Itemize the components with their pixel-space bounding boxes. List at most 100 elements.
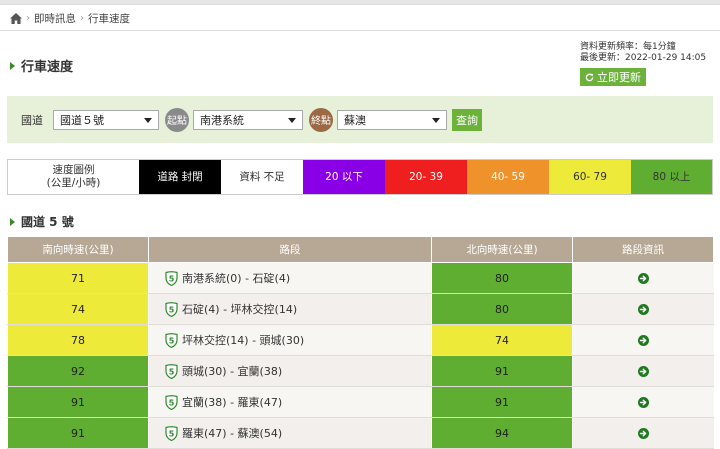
breadcrumb-item: 行車速度 [88,13,130,25]
svg-text:5: 5 [169,336,175,345]
update-info: 資料更新頻率：每1分鐘 最後更新：2022-01-29 14:05 立即更新 [580,42,706,86]
chevron-down-icon [432,117,440,123]
filter-bar: 國道 國道５號 起點 南港系統 終點 蘇澳 查詢 [7,96,713,143]
south-speed-cell: 91 [7,386,149,418]
road-select[interactable]: 國道５號 [53,109,159,130]
legend-title-line1: 速度圖例 [52,164,95,176]
query-button[interactable]: 查詢 [452,108,482,131]
route-name: 頭城(30) - 宜蘭(38) [182,365,283,378]
home-icon[interactable] [10,13,22,24]
svg-text:5: 5 [169,398,175,407]
route-name: 坪林交控(14) - 頭城(30) [182,334,305,347]
speed-table: 南向時速(公里) 路段 北向時速(公里) 路段資訊 71 5 南港系統(0) -… [7,236,714,449]
header-route: 路段 [148,236,432,263]
legend-item-40-59: 40- 59 [467,160,549,194]
table-row: 91 5 宜蘭(38) - 羅東(47) 91 [7,386,714,418]
table-row: 74 5 石碇(4) - 坪林交控(14) 80 [7,293,714,325]
route-info-cell [572,386,714,418]
svg-text:5: 5 [169,429,175,438]
end-badge: 終點 [309,107,333,132]
route-cell: 5 頭城(30) - 宜蘭(38) [148,355,432,387]
freeway-5-shield-icon: 5 [165,394,178,410]
legend-item-20-39: 20- 39 [385,160,467,194]
start-badge: 起點 [165,107,189,132]
svg-text:5: 5 [169,367,175,376]
title-marker-icon [10,61,15,70]
legend-item-80-plus: 80 以上 [631,160,712,194]
arrow-circle-right-icon[interactable] [637,273,649,284]
start-select[interactable]: 南港系統 [193,109,303,130]
route-cell: 5 坪林交控(14) - 頭城(30) [148,324,432,356]
arrow-circle-right-icon[interactable] [637,366,649,377]
table-row: 91 5 羅東(47) - 蘇澳(54) 94 [7,417,714,449]
route-info-cell [572,324,714,356]
freeway-5-shield-icon: 5 [165,425,178,441]
legend-title-line2: (公里/小時) [46,177,101,189]
route-name: 石碇(4) - 坪林交控(14) [182,303,298,316]
north-speed-cell: 80 [431,262,573,294]
page-title: 行車速度 [10,56,73,75]
section-title-text: 國道 5 號 [21,215,74,229]
freeway-5-shield-icon: 5 [165,363,178,379]
header-north-speed: 北向時速(公里) [431,236,573,263]
north-speed-cell: 94 [431,417,573,449]
freeway-5-shield-icon: 5 [165,301,178,317]
section-title: 國道 5 號 [10,213,74,230]
legend-item-closed: 道路 封閉 [139,160,221,194]
end-select[interactable]: 蘇澳 [337,109,447,130]
south-speed-cell: 74 [7,293,149,325]
top-bar [0,0,720,5]
north-speed-cell: 91 [431,386,573,418]
freeway-5-shield-icon: 5 [165,270,178,286]
route-cell: 5 南港系統(0) - 石碇(4) [148,262,432,294]
south-speed-cell: 92 [7,355,149,387]
title-marker-icon [10,217,15,226]
legend-item-60-79: 60- 79 [549,160,631,194]
refresh-icon [585,73,594,81]
arrow-circle-right-icon[interactable] [637,335,649,346]
table-row: 71 5 南港系統(0) - 石碇(4) 80 [7,262,714,294]
speed-legend: 速度圖例 (公里/小時) 道路 封閉 資料 不足 20 以下 20- 39 40… [7,159,713,195]
route-name: 南港系統(0) - 石碇(4) [182,272,291,285]
legend-item-no-data: 資料 不足 [221,160,303,194]
svg-text:5: 5 [169,274,175,283]
legend-item-below-20: 20 以下 [303,160,385,194]
start-select-value: 南港系統 [200,113,244,127]
route-cell: 5 石碇(4) - 坪林交控(14) [148,293,432,325]
chevron-down-icon [288,117,296,123]
header-route-info: 路段資訊 [572,236,714,263]
north-speed-cell: 74 [431,324,573,356]
svg-text:5: 5 [169,305,175,314]
route-info-cell [572,355,714,387]
south-speed-cell: 91 [7,417,149,449]
north-speed-cell: 80 [431,293,573,325]
south-speed-cell: 78 [7,324,149,356]
breadcrumb: › 即時訊息 › 行車速度 [10,11,130,26]
breadcrumb-separator: › [80,13,84,24]
table-row: 78 5 坪林交控(14) - 頭城(30) 74 [7,324,714,356]
route-info-cell [572,262,714,294]
update-frequency: 資料更新頻率：每1分鐘 [580,42,676,52]
north-speed-cell: 91 [431,355,573,387]
last-update: 最後更新：2022-01-29 14:05 [580,53,707,63]
road-label: 國道 [21,113,43,127]
freeway-5-shield-icon: 5 [165,332,178,348]
arrow-circle-right-icon[interactable] [637,428,649,439]
divider [0,30,720,31]
header-south-speed: 南向時速(公里) [7,236,149,263]
table-header-row: 南向時速(公里) 路段 北向時速(公里) 路段資訊 [7,236,714,263]
refresh-label: 立即更新 [597,71,641,84]
south-speed-cell: 71 [7,262,149,294]
route-info-cell [572,293,714,325]
end-select-value: 蘇澳 [344,113,366,127]
route-info-cell [572,417,714,449]
legend-title: 速度圖例 (公里/小時) [8,160,139,194]
breadcrumb-item[interactable]: 即時訊息 [34,11,76,26]
page-title-text: 行車速度 [21,60,74,75]
refresh-button[interactable]: 立即更新 [580,68,646,86]
table-row: 92 5 頭城(30) - 宜蘭(38) 91 [7,355,714,387]
arrow-circle-right-icon[interactable] [637,304,649,315]
chevron-down-icon [144,117,152,123]
arrow-circle-right-icon[interactable] [637,397,649,408]
road-select-value: 國道５號 [60,113,104,127]
